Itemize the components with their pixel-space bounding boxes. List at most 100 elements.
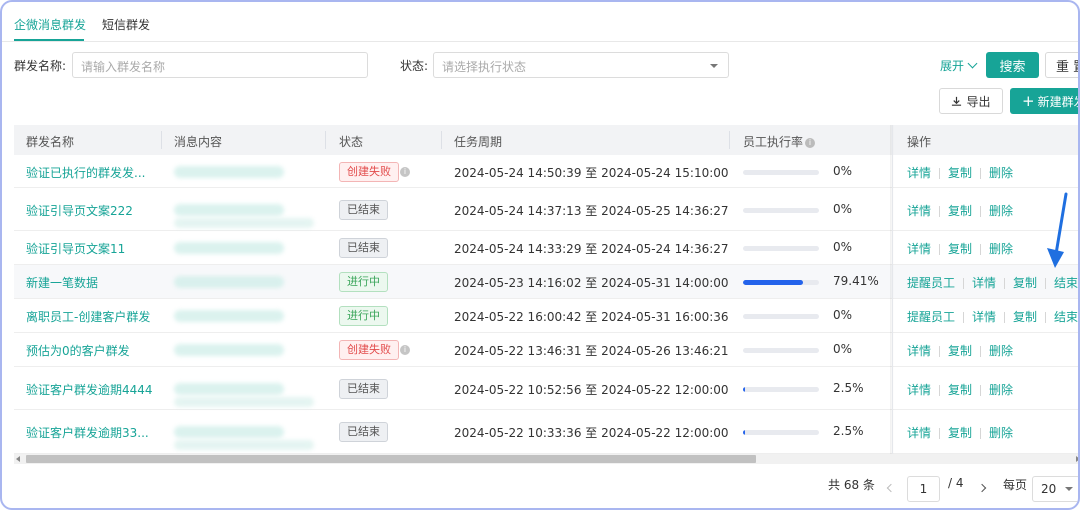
row-action-link[interactable]: 复制 bbox=[1013, 274, 1037, 291]
tab-sms-broadcast[interactable]: 短信群发 bbox=[102, 16, 150, 33]
status-badge: 已结束 bbox=[339, 379, 388, 399]
status-badge: 创建失败 bbox=[339, 340, 399, 360]
row-action-link[interactable]: 删除 bbox=[989, 381, 1013, 398]
search-button[interactable]: 搜索 bbox=[986, 52, 1039, 78]
col-status: 状态 bbox=[339, 135, 364, 149]
table-row: 验证已执行的群发发... 创建失败 i 2024-05-24 14:50:39 至 2… bbox=[14, 155, 1078, 188]
table-row: 验证引导页文案11 已结束 2024-05-24 14:33:29 至 2024-0… bbox=[14, 231, 1078, 265]
action-divider bbox=[980, 385, 982, 396]
message-content-redacted bbox=[174, 204, 284, 216]
message-content-redacted bbox=[174, 440, 314, 450]
row-actions: 详情 复制 删除 bbox=[907, 381, 1013, 398]
per-page-select[interactable]: 20 bbox=[1032, 476, 1078, 502]
scrollbar-thumb[interactable] bbox=[26, 455, 756, 463]
chevron-right-icon[interactable] bbox=[977, 483, 987, 493]
row-action-link[interactable]: 删除 bbox=[989, 164, 1013, 181]
row-action-link[interactable]: 详情 bbox=[972, 274, 996, 291]
row-action-link[interactable]: 复制 bbox=[1013, 308, 1037, 325]
row-actions: 提醒员工 详情 复制 结束 bbox=[907, 308, 1078, 325]
execution-rate-value: 0% bbox=[833, 342, 853, 356]
table-header: 群发名称 消息内容 状态 任务周期 员工执行率 i 操作 bbox=[14, 125, 1078, 155]
execution-rate-bar bbox=[743, 387, 819, 392]
row-action-link[interactable]: 详情 bbox=[972, 308, 996, 325]
status-filter-select[interactable]: 请选择执行状态 bbox=[433, 52, 729, 78]
execution-rate-bar bbox=[743, 280, 819, 285]
row-actions: 提醒员工 详情 复制 结束 bbox=[907, 274, 1078, 291]
action-divider bbox=[939, 428, 941, 439]
task-period: 2024-05-24 14:33:29 至 2024-05-24 14:36:2… bbox=[454, 242, 729, 256]
row-action-link[interactable]: 复制 bbox=[948, 381, 972, 398]
broadcast-table: 群发名称 消息内容 状态 任务周期 员工执行率 i 操作 验证已执行的群发发...… bbox=[14, 125, 1078, 455]
row-action-link[interactable]: 详情 bbox=[907, 381, 931, 398]
execution-rate-bar bbox=[743, 314, 819, 319]
reset-button[interactable]: 重 置 bbox=[1045, 52, 1078, 78]
row-action-link[interactable]: 复制 bbox=[948, 424, 972, 441]
row-action-link[interactable]: 复制 bbox=[948, 164, 972, 181]
name-filter-input[interactable]: 请输入群发名称 bbox=[72, 52, 368, 78]
row-actions: 详情 复制 删除 bbox=[907, 424, 1013, 441]
row-action-link[interactable]: 详情 bbox=[907, 342, 931, 359]
table-row: 验证客户群发逾期4444 已结束 2024-05-22 10:52:56 至 202… bbox=[14, 367, 1078, 410]
row-action-link[interactable]: 复制 bbox=[948, 202, 972, 219]
broadcast-name-link[interactable]: 验证已执行的群发发... bbox=[26, 164, 145, 181]
total-pages: / 4 bbox=[948, 476, 964, 490]
task-period: 2024-05-23 14:16:02 至 2024-05-31 14:00:0… bbox=[454, 276, 729, 290]
action-divider bbox=[939, 244, 941, 255]
col-divider bbox=[325, 131, 326, 149]
broadcast-name-link[interactable]: 离职员工-创建客户群发 bbox=[26, 308, 150, 325]
row-action-link[interactable]: 详情 bbox=[907, 240, 931, 257]
row-action-link[interactable]: 删除 bbox=[989, 424, 1013, 441]
execution-rate-bar bbox=[743, 348, 819, 353]
broadcast-name-link[interactable]: 新建一笔数据 bbox=[26, 274, 98, 291]
scroll-right-icon[interactable] bbox=[1076, 456, 1078, 462]
execution-rate-fill bbox=[743, 430, 745, 435]
horizontal-scrollbar[interactable] bbox=[14, 454, 1078, 464]
chevron-down-icon bbox=[710, 64, 718, 68]
status-badge: 创建失败 bbox=[339, 162, 399, 182]
broadcast-name-link[interactable]: 验证客户群发逾期33... bbox=[26, 424, 149, 441]
execution-rate-value: 0% bbox=[833, 240, 853, 254]
expand-label: 展开 bbox=[940, 59, 965, 73]
table-row: 离职员工-创建客户群发 进行中 2024-05-22 16:00:42 至 2024… bbox=[14, 299, 1078, 333]
scroll-left-icon[interactable] bbox=[16, 456, 20, 462]
row-action-link[interactable]: 详情 bbox=[907, 202, 931, 219]
row-action-link[interactable]: 复制 bbox=[948, 240, 972, 257]
info-icon[interactable]: i bbox=[805, 137, 816, 148]
row-action-link[interactable]: 结束 bbox=[1054, 274, 1078, 291]
row-action-link[interactable]: 详情 bbox=[907, 164, 931, 181]
expand-toggle[interactable]: 展开 bbox=[940, 57, 978, 74]
row-action-link[interactable]: 删除 bbox=[989, 240, 1013, 257]
task-period: 2024-05-22 13:46:31 至 2024-05-26 13:46:2… bbox=[454, 344, 729, 358]
action-divider bbox=[980, 206, 982, 217]
col-divider bbox=[441, 131, 442, 149]
chevron-left-icon[interactable] bbox=[886, 483, 896, 493]
new-broadcast-button[interactable]: + 新建群发 bbox=[1010, 88, 1078, 114]
per-page-value: 20 bbox=[1041, 482, 1057, 496]
broadcast-name-link[interactable]: 验证引导页文案11 bbox=[26, 240, 125, 257]
action-divider bbox=[939, 168, 941, 179]
action-divider bbox=[980, 346, 982, 357]
row-action-link[interactable]: 删除 bbox=[989, 202, 1013, 219]
info-icon[interactable]: i bbox=[400, 167, 410, 177]
col-divider bbox=[729, 131, 730, 149]
info-icon[interactable]: i bbox=[400, 345, 410, 355]
tab-wecom-broadcast[interactable]: 企微消息群发 bbox=[14, 16, 86, 33]
status-badge: 已结束 bbox=[339, 238, 388, 258]
message-content-redacted bbox=[174, 310, 284, 322]
page-number-input[interactable]: 1 bbox=[907, 476, 940, 502]
row-action-link[interactable]: 结束 bbox=[1054, 308, 1078, 325]
broadcast-name-link[interactable]: 预估为0的客户群发 bbox=[26, 342, 130, 359]
status-badge: 已结束 bbox=[339, 200, 388, 220]
broadcast-name-link[interactable]: 验证客户群发逾期4444 bbox=[26, 381, 153, 398]
task-period: 2024-05-22 16:00:42 至 2024-05-31 16:00:3… bbox=[454, 310, 729, 324]
col-name: 群发名称 bbox=[26, 135, 75, 149]
broadcast-name-link[interactable]: 验证引导页文案222 bbox=[26, 202, 133, 219]
row-action-link[interactable]: 复制 bbox=[948, 342, 972, 359]
row-action-link[interactable]: 详情 bbox=[907, 424, 931, 441]
row-action-link[interactable]: 提醒员工 bbox=[907, 274, 955, 291]
download-icon bbox=[952, 96, 962, 106]
row-action-link[interactable]: 提醒员工 bbox=[907, 308, 955, 325]
export-button[interactable]: 导出 bbox=[939, 88, 1003, 114]
execution-rate-fill bbox=[743, 387, 745, 392]
row-action-link[interactable]: 删除 bbox=[989, 342, 1013, 359]
